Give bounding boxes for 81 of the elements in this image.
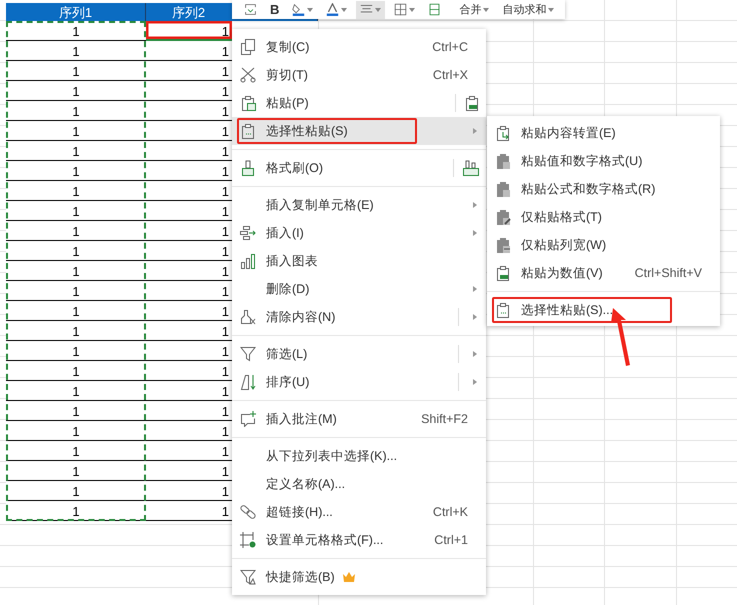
caret-icon bbox=[409, 8, 416, 12]
brush-icon bbox=[240, 160, 256, 176]
menu-item[interactable]: 超链接(H)... Ctrl+K bbox=[232, 498, 486, 526]
menu-item[interactable]: 删除(D) bbox=[232, 275, 486, 303]
insert-icon bbox=[240, 225, 256, 241]
table-icon bbox=[428, 3, 442, 16]
table-cell: 1 bbox=[146, 101, 232, 121]
fill-color-icon bbox=[292, 3, 306, 16]
comment-icon bbox=[240, 411, 256, 427]
clipboard-icon bbox=[495, 237, 511, 253]
menu-item[interactable]: 仅粘贴格式(T) bbox=[487, 203, 720, 231]
menu-item[interactable]: 定义名称(A)... bbox=[232, 470, 486, 498]
eraser-icon bbox=[240, 309, 256, 325]
table-cell: 1 bbox=[146, 81, 232, 101]
menu-item[interactable]: 剪切(T) Ctrl+X bbox=[232, 61, 486, 89]
bold-button[interactable]: B bbox=[266, 0, 284, 18]
menu-item[interactable]: 设置单元格格式(F)... Ctrl+1 bbox=[232, 526, 486, 554]
menu-item[interactable]: 选择性粘贴(S)... bbox=[487, 296, 720, 324]
caret-icon bbox=[483, 8, 490, 12]
menu-item[interactable]: 插入(I) bbox=[232, 219, 486, 247]
menu-item[interactable]: 格式刷(O) bbox=[232, 154, 486, 182]
menu-item[interactable]: 粘贴为数值(V) Ctrl+Shift+V bbox=[487, 259, 720, 287]
menu-item[interactable]: 从下拉列表中选择(K)... bbox=[232, 442, 486, 470]
sort-icon bbox=[240, 374, 256, 390]
menu-item[interactable]: 粘贴值和数字格式(U) bbox=[487, 147, 720, 175]
column-header: 序列1 bbox=[6, 3, 146, 21]
table-cell: 1 bbox=[6, 61, 146, 81]
table-cell: 1 bbox=[146, 61, 232, 81]
caret-icon bbox=[548, 8, 554, 12]
menu-item[interactable]: 插入图表 bbox=[232, 247, 486, 275]
menu-item[interactable]: 复制(C) Ctrl+C bbox=[232, 33, 486, 61]
menu-item[interactable]: 仅粘贴列宽(W) bbox=[487, 231, 720, 259]
scissors-icon bbox=[240, 67, 256, 83]
table-cell: 1 bbox=[6, 101, 146, 121]
menu-item[interactable]: 筛选(L) bbox=[232, 340, 486, 368]
link-icon bbox=[240, 504, 256, 520]
toolbar-button[interactable] bbox=[356, 0, 386, 18]
menu-item[interactable]: 快捷筛选(B) bbox=[232, 563, 486, 591]
font-color-icon bbox=[326, 3, 340, 16]
table-cell: 1 bbox=[146, 481, 232, 501]
clipboard-icon bbox=[495, 265, 511, 281]
table-cell: 1 bbox=[6, 501, 146, 521]
clipboard-icon bbox=[495, 209, 511, 225]
border-icon bbox=[394, 3, 408, 16]
table-cell: 1 bbox=[6, 81, 146, 101]
table-cell: 1 bbox=[6, 41, 146, 61]
table-cell: 1 bbox=[146, 501, 232, 521]
paste-icon bbox=[240, 95, 256, 111]
filter-icon bbox=[240, 569, 256, 585]
menu-item[interactable]: 插入批注(M) Shift+F2 bbox=[232, 405, 486, 433]
table-cell: 1 bbox=[146, 461, 232, 481]
paste-icon bbox=[240, 123, 256, 139]
caret-icon bbox=[307, 8, 314, 12]
table-cell: 1 bbox=[6, 481, 146, 501]
cell-format-icon bbox=[240, 532, 256, 548]
copy-icon bbox=[240, 39, 256, 55]
menu-item[interactable]: 插入复制单元格(E) bbox=[232, 191, 486, 219]
brush-icon bbox=[462, 160, 480, 176]
table-cell: 1 bbox=[146, 41, 232, 61]
clipboard-icon bbox=[495, 302, 511, 318]
menu-item[interactable]: 排序(U) bbox=[232, 368, 486, 396]
menu-item[interactable]: 清除内容(N) bbox=[232, 303, 486, 331]
table-cell: 1 bbox=[6, 461, 146, 481]
clipboard-icon bbox=[495, 153, 511, 169]
table-cell: 1 bbox=[146, 21, 232, 41]
dropdown-button[interactable]: 自动求和 bbox=[498, 0, 558, 18]
paste-values-icon bbox=[464, 95, 480, 111]
crown-icon bbox=[342, 572, 355, 582]
clipboard-icon bbox=[495, 181, 511, 197]
filter-icon bbox=[240, 346, 256, 362]
menu-item[interactable]: 粘贴内容转置(E) bbox=[487, 119, 720, 147]
caret-icon bbox=[341, 8, 348, 12]
menu-item[interactable]: 粘贴(P) bbox=[232, 89, 486, 117]
bar-chart-icon bbox=[240, 253, 256, 269]
menu-item[interactable]: 粘贴公式和数字格式(R) bbox=[487, 175, 720, 203]
menu-item[interactable]: 选择性粘贴(S) bbox=[232, 117, 486, 145]
clipboard-icon bbox=[495, 125, 511, 141]
dropdown-button[interactable]: 合并 bbox=[455, 0, 494, 18]
annotation-arrow bbox=[611, 308, 630, 366]
swap-icon bbox=[244, 3, 257, 16]
caret-icon bbox=[375, 8, 382, 12]
